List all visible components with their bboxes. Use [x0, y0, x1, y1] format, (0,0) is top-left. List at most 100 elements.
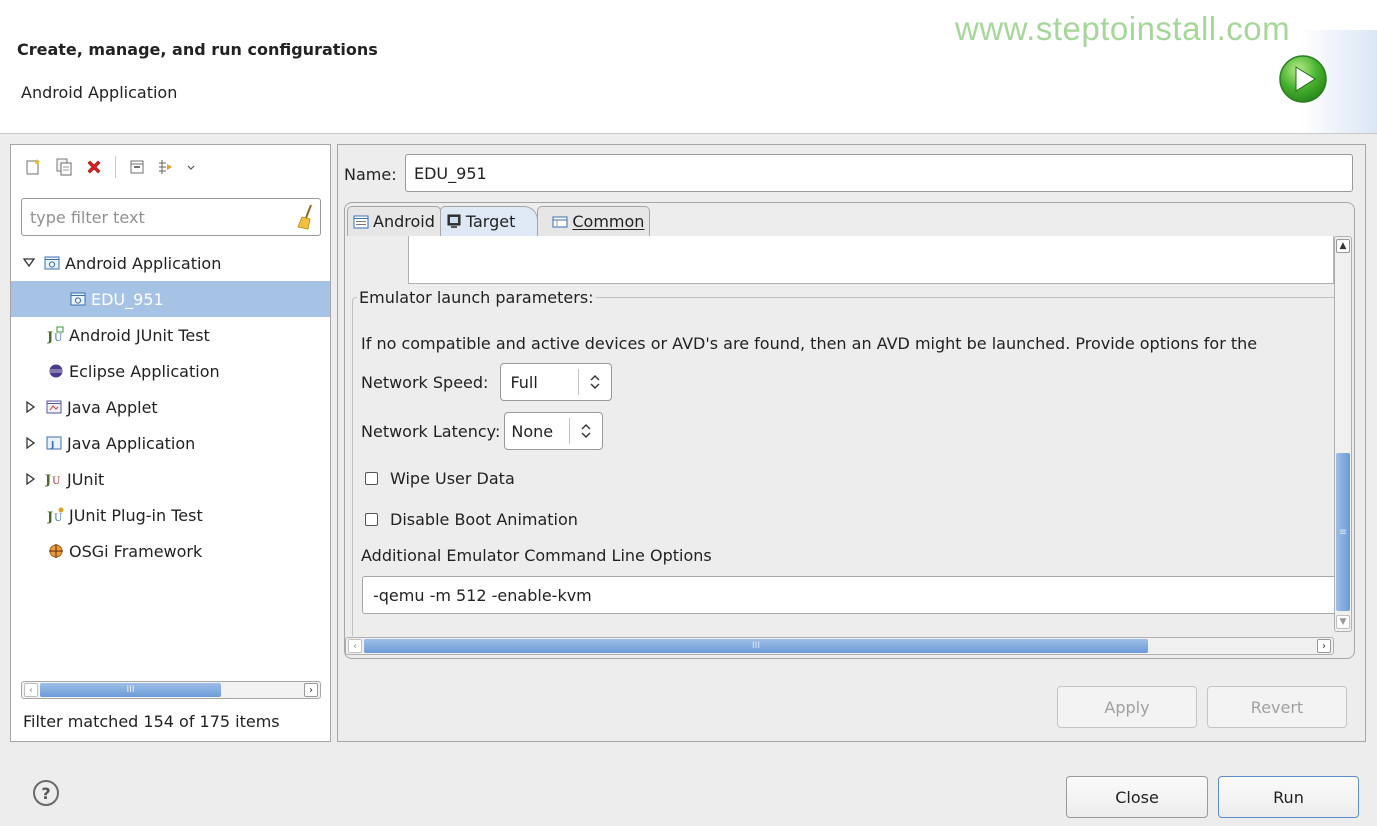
checkbox-label: Wipe User Data — [390, 469, 515, 488]
tree-item-label: Eclipse Application — [69, 361, 220, 381]
scroll-right-arrow-icon[interactable]: › — [304, 683, 318, 697]
collapsed-triangle-icon[interactable] — [25, 437, 37, 449]
scroll-thumb[interactable]: III — [364, 639, 1148, 653]
tree-item-label: EDU_951 — [91, 289, 164, 309]
checkbox-box[interactable] — [365, 513, 378, 526]
configuration-tree: Android Application EDU_951 JU Android J… — [11, 245, 330, 569]
scroll-right-arrow-icon[interactable]: › — [1317, 639, 1331, 653]
new-configuration-icon[interactable] — [21, 155, 47, 179]
tab-target[interactable]: Target — [439, 206, 539, 236]
network-speed-combo[interactable]: Full — [500, 363, 612, 401]
revert-button[interactable]: Revert — [1207, 686, 1347, 728]
expanded-triangle-icon[interactable] — [23, 257, 35, 269]
configuration-list-panel: Android Application EDU_951 JU Android J… — [10, 144, 331, 742]
group-title: Emulator launch parameters: — [357, 288, 596, 307]
tab-strip: Android Target Common — [347, 206, 651, 236]
name-input[interactable] — [406, 155, 1352, 191]
tree-item-edu-951[interactable]: EDU_951 — [11, 281, 330, 317]
target-monitor-icon — [446, 214, 462, 230]
network-latency-label: Network Latency: — [361, 421, 501, 441]
filter-icon[interactable] — [154, 155, 180, 179]
tree-item-junit-plugin-test[interactable]: JU JUnit Plug-in Test — [11, 497, 330, 533]
scroll-up-arrow-icon[interactable]: ▲ — [1336, 239, 1350, 253]
svg-text:J: J — [47, 330, 53, 344]
delete-icon[interactable] — [81, 155, 107, 179]
tree-item-android-application[interactable]: Android Application — [11, 245, 330, 281]
close-button[interactable]: Close — [1066, 776, 1208, 818]
filter-input[interactable] — [22, 199, 292, 235]
help-icon[interactable]: ? — [33, 780, 59, 806]
network-speed-row: Network Speed: Full — [361, 363, 612, 401]
junit-icon: JU — [45, 470, 63, 488]
tree-item-label: JUnit — [67, 469, 105, 489]
android-junit-icon: JU — [47, 326, 65, 344]
network-latency-combo[interactable]: None — [504, 412, 604, 450]
tree-item-java-applet[interactable]: Java Applet — [11, 389, 330, 425]
collapsed-triangle-icon[interactable] — [25, 473, 37, 485]
content-horizontal-scrollbar[interactable]: ‹ III › — [345, 637, 1334, 655]
android-app-icon — [43, 254, 61, 272]
tree-item-label: Java Application — [67, 433, 196, 453]
osgi-icon — [47, 542, 65, 560]
toolbar-separator — [115, 156, 116, 178]
watermark: www.steptoinstall.com — [955, 10, 1291, 47]
tab-label: Target — [465, 212, 516, 231]
scroll-left-arrow-icon[interactable]: ‹ — [24, 683, 38, 697]
cmd-options-input[interactable] — [363, 577, 1334, 613]
common-tab-icon — [552, 214, 568, 230]
combo-value: Full — [510, 372, 538, 392]
java-applet-icon — [45, 398, 63, 416]
svg-text:J: J — [45, 473, 51, 488]
checkbox-label: Disable Boot Animation — [390, 510, 578, 529]
disable-boot-animation-checkbox[interactable]: Disable Boot Animation — [365, 510, 578, 529]
tab-common[interactable]: Common — [537, 206, 651, 236]
run-play-icon — [1279, 55, 1327, 103]
name-field[interactable] — [405, 154, 1353, 192]
scroll-thumb[interactable]: ≡ — [1336, 453, 1350, 611]
checkbox-box[interactable] — [365, 472, 378, 485]
tree-item-osgi-framework[interactable]: OSGi Framework — [11, 533, 330, 569]
view-menu-chevron-icon[interactable] — [184, 155, 198, 179]
collapse-all-icon[interactable] — [124, 155, 150, 179]
dialog-header: Create, manage, and run configurations A… — [0, 0, 1377, 133]
tree-horizontal-scrollbar[interactable]: ‹ III › — [21, 681, 321, 699]
wipe-user-data-checkbox[interactable]: Wipe User Data — [365, 469, 515, 488]
scroll-left-arrow-icon[interactable]: ‹ — [348, 639, 362, 653]
cmd-options-label: Additional Emulator Command Line Options — [361, 546, 712, 565]
dialog-title: Create, manage, and run configurations — [17, 40, 378, 59]
avd-table-area[interactable] — [408, 236, 1334, 284]
collapsed-triangle-icon[interactable] — [25, 401, 37, 413]
java-application-icon: J — [45, 434, 63, 452]
updown-chevron-icon — [579, 374, 611, 390]
emulator-description: If no compatible and active devices or A… — [361, 334, 1258, 353]
clear-filter-broom-icon[interactable] — [297, 204, 315, 230]
tree-item-android-junit-test[interactable]: JU Android JUnit Test — [11, 317, 330, 353]
svg-text:U: U — [54, 333, 62, 344]
tab-android[interactable]: Android — [347, 206, 441, 236]
tree-item-eclipse-application[interactable]: Eclipse Application — [11, 353, 330, 389]
dialog-subtitle: Android Application — [21, 83, 178, 102]
config-toolbar — [21, 153, 202, 181]
combo-value: None — [511, 421, 554, 441]
target-tab-content: Emulator launch parameters: If no compat… — [345, 236, 1334, 636]
network-latency-row: Network Latency: None — [361, 412, 604, 450]
scroll-thumb[interactable]: III — [40, 683, 221, 697]
run-button[interactable]: Run — [1218, 776, 1359, 818]
name-label: Name: — [344, 165, 397, 184]
filter-field[interactable] — [21, 198, 321, 236]
apply-button[interactable]: Apply — [1057, 686, 1197, 728]
svg-text:U: U — [54, 513, 62, 524]
tab-label: Android — [373, 212, 435, 231]
tree-item-label: Android JUnit Test — [69, 325, 210, 345]
scroll-down-arrow-icon[interactable]: ▼ — [1336, 615, 1350, 629]
content-vertical-scrollbar[interactable]: ▲ ≡ ▼ — [1334, 236, 1352, 632]
tree-item-junit[interactable]: JU JUnit — [11, 461, 330, 497]
tree-item-java-application[interactable]: J Java Application — [11, 425, 330, 461]
cmd-options-field[interactable] — [362, 576, 1334, 614]
tree-item-label: Java Applet — [67, 397, 158, 417]
tree-item-label: OSGi Framework — [69, 541, 203, 561]
tab-label: Common — [572, 212, 645, 231]
tree-item-label: Android Application — [65, 253, 222, 273]
duplicate-icon[interactable] — [51, 155, 77, 179]
svg-text:J: J — [47, 510, 53, 524]
